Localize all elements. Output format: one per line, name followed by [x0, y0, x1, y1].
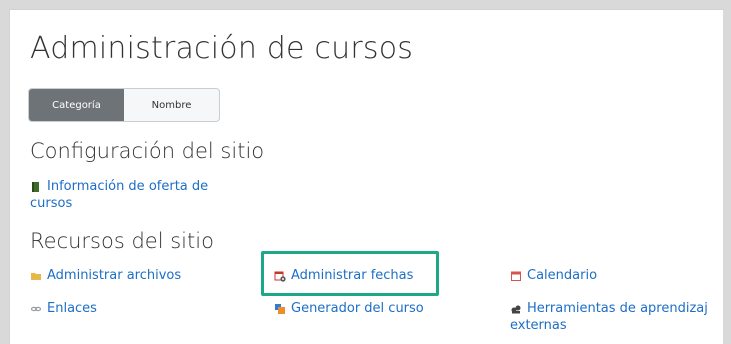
link-manage-files[interactable]: Administrar archivos [30, 267, 181, 284]
link-label: Enlaces [47, 301, 97, 316]
external-tools-icon [510, 303, 522, 315]
link-label: Calendario [527, 268, 598, 283]
course-builder-icon [274, 303, 286, 315]
link-label: Administrar archivos [47, 268, 182, 283]
book-icon [30, 181, 42, 193]
link-label-continued: cursos [30, 196, 73, 211]
course-admin-panel: Administración de cursos Categoría Nombr… [9, 9, 723, 344]
toggle-name-button[interactable]: Nombre [124, 89, 219, 121]
link-label: Herramientas de aprendizaj [527, 301, 708, 316]
link-label: Generador del curso [291, 301, 424, 316]
highlight-box [261, 251, 439, 296]
calendar-icon [510, 270, 522, 282]
page-title: Administración de cursos [30, 31, 414, 66]
link-label-continued: externas [510, 318, 567, 333]
link-links[interactable]: Enlaces [30, 300, 97, 317]
link-label: Información de oferta de [47, 179, 209, 194]
view-toggle: Categoría Nombre [28, 88, 220, 122]
link-course-builder[interactable]: Generador del curso [274, 300, 424, 317]
link-icon [30, 303, 42, 315]
section-title-site-resources: Recursos del sitio [30, 229, 214, 253]
section-title-site-configuration: Configuración del sitio [30, 139, 265, 163]
link-course-offering-info[interactable]: Información de oferta de cursos [30, 178, 208, 212]
link-external-learning-tools[interactable]: Herramientas de aprendizaj externas [510, 300, 708, 334]
toggle-category-button[interactable]: Categoría [29, 89, 124, 121]
link-calendar[interactable]: Calendario [510, 267, 597, 284]
folder-icon [30, 270, 42, 282]
